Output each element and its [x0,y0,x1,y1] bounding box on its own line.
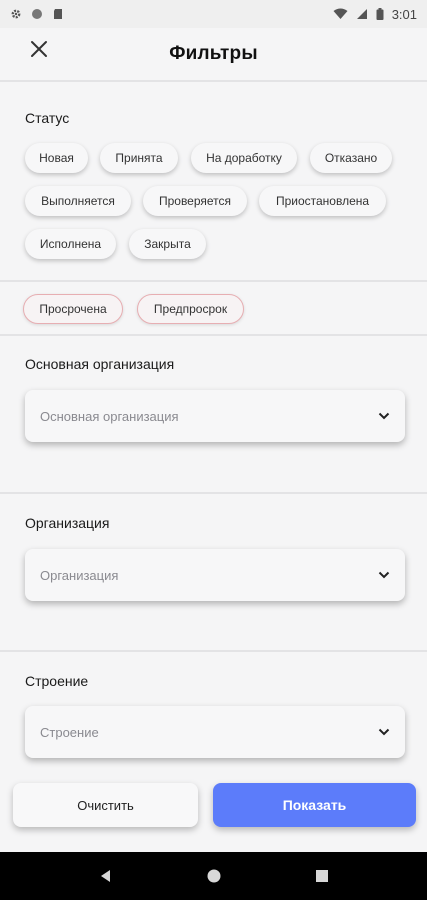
chip-in-progress[interactable]: Выполняется [25,186,131,216]
chip-rework[interactable]: На доработку [191,143,297,173]
close-icon[interactable] [28,38,50,60]
building-select[interactable]: Строение [25,706,405,758]
chevron-down-icon [378,728,390,736]
clock: 3:01 [391,6,417,22]
chip-suspended[interactable]: Приостановлена [259,186,386,216]
battery-icon [376,8,384,20]
app-header: Фильтры [0,28,427,80]
chip-checking[interactable]: Проверяется [143,186,247,216]
chip-pre-overdue[interactable]: Предпросрок [137,294,244,324]
chevron-down-icon [378,571,390,579]
signal-icon [356,9,367,19]
status-section-title: Статус [25,110,70,126]
building-title: Строение [25,673,89,689]
chip-closed[interactable]: Закрыта [129,229,206,259]
org-placeholder: Организация [40,567,119,583]
chevron-down-icon [378,412,390,420]
page-title: Фильтры [169,43,258,64]
main-org-select[interactable]: Основная организация [25,390,405,442]
chip-overdue[interactable]: Просрочена [23,294,123,324]
main-org-placeholder: Основная организация [40,408,179,424]
chip-accepted[interactable]: Принята [100,143,178,173]
chip-rejected[interactable]: Отказано [310,143,392,173]
org-select[interactable]: Организация [25,549,405,601]
home-icon[interactable] [206,868,222,884]
divider [0,650,427,652]
divider [0,334,427,336]
wifi-icon [333,8,348,19]
show-button[interactable]: Показать [213,783,416,827]
main-org-title: Основная организация [25,356,175,372]
status-bar: 3:01 [0,0,427,28]
chip-completed[interactable]: Исполнена [25,229,116,259]
building-placeholder: Строение [40,724,99,740]
clear-button[interactable]: Очистить [13,783,198,827]
sd-card-icon [54,9,62,19]
system-nav-bar [0,852,427,900]
back-icon[interactable] [98,868,114,884]
divider [0,80,427,82]
recents-icon[interactable] [314,868,330,884]
chip-new[interactable]: Новая [25,143,88,173]
circle-icon [32,9,42,19]
settings-icon [11,9,21,19]
divider [0,492,427,494]
org-title: Организация [25,515,110,531]
divider [0,280,427,282]
